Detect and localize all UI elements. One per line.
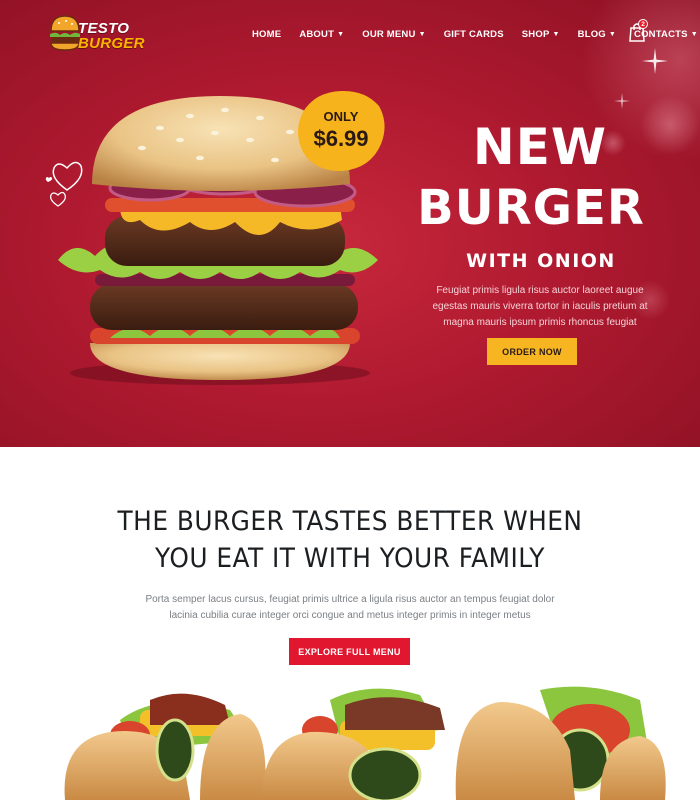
chevron-down-icon: ▼ [418, 30, 426, 38]
price-label: ONLY [323, 109, 359, 124]
nav-item-label: OUR MENU [362, 28, 416, 40]
nav-item-blog[interactable]: BLOG ▼ [578, 29, 616, 40]
hero-section: TESTO BURGER HOME ABOUT ▼ OUR MENU ▼ GIF… [0, 0, 700, 447]
order-now-button[interactable]: ORDER NOW [487, 338, 577, 365]
section-description-line: lacinia cubilia curae integer orci congu… [169, 610, 531, 621]
hero-subtitle: WITH ONION [466, 250, 616, 272]
hero-description-line: Feugiat primis ligula risus auctor laore… [436, 285, 644, 296]
cart-button[interactable]: 2 [628, 19, 648, 42]
price-badge: ONLY $6.99 [295, 88, 387, 174]
sparkle-icon [642, 48, 668, 74]
nav-item-shop[interactable]: SHOP ▼ [522, 29, 560, 40]
logo-text-burger: BURGER [78, 35, 145, 52]
chevron-down-icon: ▼ [608, 30, 617, 38]
chevron-down-icon: ▼ [690, 30, 698, 38]
section-description: Porta semper lacus cursus, feugiat primi… [120, 592, 580, 624]
nav-item-label: BLOG [577, 28, 606, 40]
hero-description-line: egestas mauris viverra tortor in iaculis… [432, 301, 648, 312]
burger-logo-icon [50, 15, 80, 51]
nav-item-label: ABOUT [299, 28, 335, 40]
nav-item-label: GIFT CARDS [443, 28, 504, 40]
cart-count-badge: 2 [638, 19, 648, 29]
sparkle-icon [614, 93, 630, 109]
chevron-down-icon: ▼ [337, 30, 345, 38]
nav-item-home[interactable]: HOME [252, 29, 281, 40]
section-title-line2: YOU EAT IT WITH YOUR FAMILY [155, 543, 545, 574]
nav-item-gift-cards[interactable]: GIFT CARDS [444, 29, 504, 40]
hero-title-line2: BURGER [417, 180, 645, 236]
explore-menu-button[interactable]: EXPLORE FULL MENU [289, 638, 410, 665]
hero-title-line1: NEW [472, 118, 608, 176]
price-value: $6.99 [313, 126, 369, 151]
sandwiches-image [64, 686, 666, 800]
section-title-line1: THE BURGER TASTES BETTER WHEN [117, 506, 583, 537]
nav-item-our-menu[interactable]: OUR MENU ▼ [362, 29, 425, 40]
nav-item-label: HOME [252, 28, 282, 40]
nav-item-about[interactable]: ABOUT ▼ [299, 29, 344, 40]
hero-description: Feugiat primis ligula risus auctor laore… [418, 283, 662, 331]
section-description-line: Porta semper lacus cursus, feugiat primi… [145, 594, 555, 605]
site-logo[interactable]: TESTO BURGER [48, 11, 145, 55]
chevron-down-icon: ▼ [552, 30, 560, 38]
hero-description-line: magna mauris ipsum primis rhoncus feugia… [443, 317, 637, 328]
nav-item-label: SHOP [521, 28, 550, 40]
